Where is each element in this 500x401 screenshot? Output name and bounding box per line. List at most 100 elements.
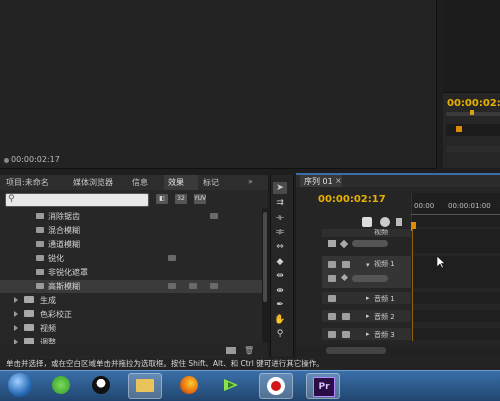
snap-icon[interactable] [362,217,372,227]
eye-icon[interactable] [328,261,336,268]
expand-arrow-icon[interactable] [14,311,18,317]
sequence-tab-label: 序列 01 [304,177,333,186]
effect-icon [36,269,44,275]
sequence-tab[interactable]: 序列 01 × [300,175,342,187]
effect-icon [36,213,44,219]
effects-scrollbar-thumb[interactable] [263,212,267,302]
track-header-audio-1[interactable]: ▸ 音频 1 [322,292,411,304]
tab-project[interactable]: 项目:未命名 [6,177,49,188]
video-app-icon[interactable] [222,376,240,394]
file-explorer-button[interactable] [128,373,162,399]
effect-item[interactable]: 非锐化遮罩 [0,266,262,279]
status-text: 单击并选择，或在空白区域单击并拖拉为选取框。按住 Shift、Alt、和 Ctr… [6,359,324,368]
speaker-icon[interactable] [328,313,336,320]
effect-folder[interactable]: 调整 [0,336,262,344]
program-scrollbar[interactable] [446,146,500,152]
speaker-icon[interactable] [328,331,336,338]
track-lane[interactable] [412,229,500,253]
effect-item-selected[interactable]: 高斯模糊 [0,280,262,293]
track-opacity-control[interactable] [352,275,388,282]
yuv-effects-button[interactable]: YUV [194,194,206,204]
track-lane[interactable] [412,256,500,288]
firefox-icon[interactable] [180,376,198,394]
expand-arrow-icon[interactable]: ▸ [366,330,370,338]
accelerated-badge-icon [210,213,218,219]
effects-search-input[interactable]: ⚲ [5,193,149,207]
track-lane[interactable] [412,328,500,340]
tab-info[interactable]: 信息 [132,177,148,188]
program-timecode[interactable]: 00:00:02:17 [447,98,500,109]
track-toggle-icon[interactable] [328,240,336,247]
track-label: 音频 3 [374,331,395,339]
lock-icon[interactable] [342,261,350,268]
source-monitor[interactable] [0,0,437,169]
accelerated-effects-icon[interactable]: ◧ [156,194,168,204]
program-marker-icon[interactable] [456,126,462,132]
slip-tool-icon[interactable]: ⇹ [273,270,287,282]
track-opacity-control[interactable] [352,240,388,247]
keyframe-icon[interactable] [340,273,349,282]
source-monitor-footer: 00:00:02:17 [0,152,436,168]
track-header[interactable]: 视频 [322,229,411,237]
timeline-zoom-scrollbar[interactable] [326,347,386,354]
hand-tool-icon[interactable]: ✋ [273,314,287,326]
selection-tool-icon[interactable]: ➤ [273,182,287,194]
qq-icon[interactable] [92,376,110,394]
track-lane[interactable] [412,310,500,322]
ruler-label: 00:00 [414,202,435,210]
add-marker-icon[interactable] [396,218,402,226]
track-lane[interactable] [412,292,500,304]
tab-media-browser[interactable]: 媒体浏览器 [73,177,113,188]
rolling-edit-tool-icon[interactable]: ⟚ [273,226,287,238]
expand-arrow-icon[interactable] [14,297,18,303]
track-header-audio-2[interactable]: ▸ 音频 2 [322,310,411,322]
razor-tool-icon[interactable]: ◆ [273,256,287,268]
lock-icon[interactable] [342,313,350,320]
delete-icon[interactable]: 🗑 [244,346,254,355]
folder-icon [24,324,34,331]
source-playhead-icon[interactable] [4,158,9,163]
track-select-tool-icon[interactable]: ⇉ [273,197,287,209]
effect-label: 通道模糊 [48,240,80,249]
timeline-ruler[interactable] [411,193,500,227]
timeline-tabbar: 序列 01 × [296,175,500,187]
source-timecode[interactable]: 00:00:02:17 [11,155,60,164]
zoom-tool-icon[interactable]: ⚲ [273,328,287,340]
panel-menu-icon[interactable]: » [248,177,253,186]
lock-icon[interactable] [342,331,350,338]
speaker-icon[interactable] [328,295,336,302]
ripple-edit-tool-icon[interactable]: ⟛ [273,212,287,224]
premiere-button[interactable]: Pr [306,373,340,399]
track-header-video-1[interactable]: ▾ 视频 1 [322,256,411,288]
expand-arrow-icon[interactable]: ▸ [366,312,370,320]
search-icon: ⚲ [8,194,15,204]
tab-effects[interactable]: 效果 [168,177,184,188]
effect-item[interactable]: 通道模糊 [0,238,262,251]
link-icon[interactable] [380,217,390,227]
expand-arrow-icon[interactable] [14,325,18,331]
effect-item[interactable]: 锐化 [0,252,262,265]
display-style-icon[interactable] [328,275,336,282]
program-zoom-bar[interactable] [446,110,500,116]
new-bin-icon[interactable] [226,347,236,354]
timeline-timecode[interactable]: 00:00:02:17 [318,194,386,205]
effect-folder[interactable]: 生成 [0,294,262,307]
recorder-button[interactable] [259,373,293,399]
track-header-audio-3[interactable]: ▸ 音频 3 [322,328,411,340]
360-browser-icon[interactable] [52,376,70,394]
pen-tool-icon[interactable]: ✒ [273,299,287,311]
folder-label: 调整 [40,338,56,344]
start-orb-icon[interactable] [8,373,32,397]
program-playhead-icon[interactable] [470,110,474,115]
close-icon[interactable]: × [335,176,342,185]
32bit-effects-button[interactable]: 32 [175,194,187,204]
expand-arrow-icon[interactable]: ▸ [366,294,370,302]
tab-markers[interactable]: 标记 [203,177,219,188]
effect-item[interactable]: 消除锯齿 [0,210,262,223]
collapse-arrow-icon[interactable]: ▾ [366,261,370,269]
rate-stretch-tool-icon[interactable]: ⇔ [273,241,287,253]
effect-item[interactable]: 混合模糊 [0,224,262,237]
effect-folder[interactable]: 视频 [0,322,262,335]
effect-folder[interactable]: 色彩校正 [0,308,262,321]
slide-tool-icon[interactable]: ⇼ [273,285,287,297]
